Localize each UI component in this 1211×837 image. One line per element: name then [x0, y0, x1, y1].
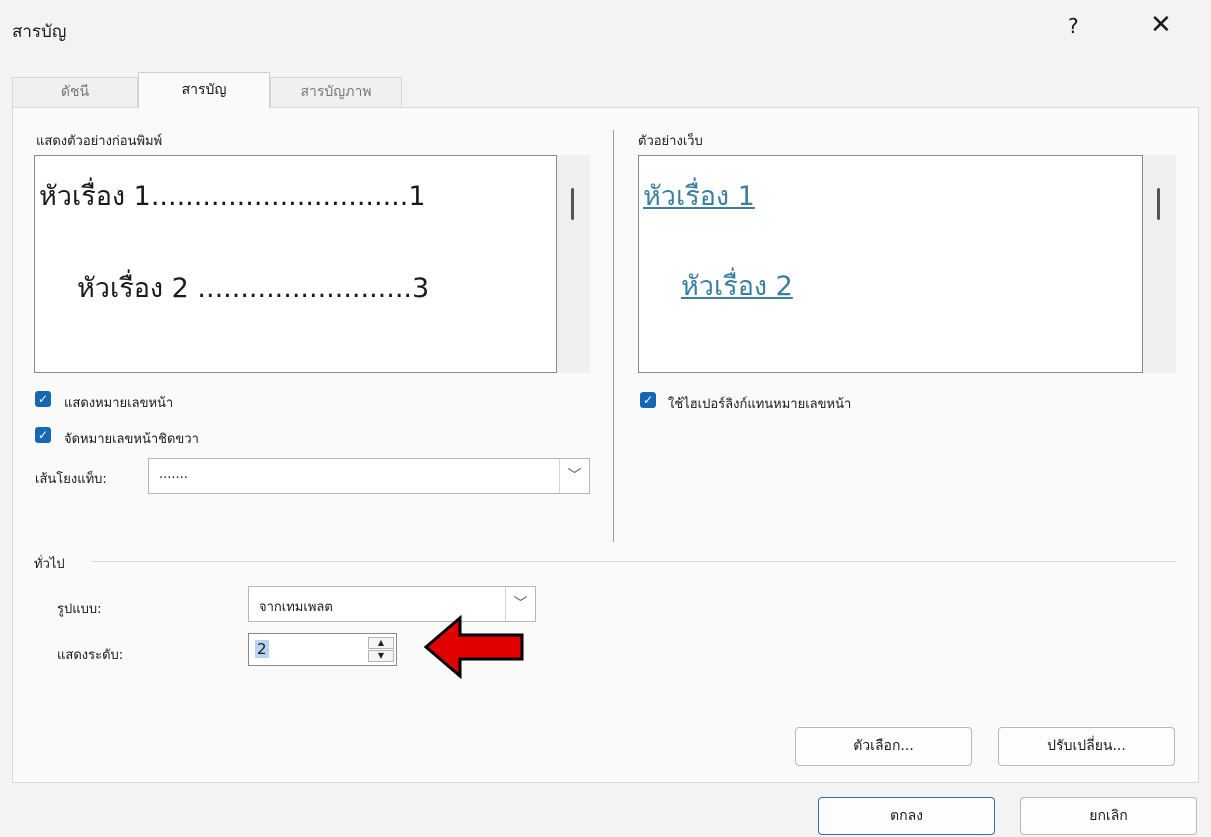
red-arrow-icon: [423, 614, 524, 680]
show-levels-value[interactable]: 2: [255, 640, 269, 658]
ok-button[interactable]: ตกลง: [818, 797, 995, 835]
show-levels-label: แสดงระดับ:: [57, 648, 124, 663]
dialog-title: สารบัญ: [12, 22, 67, 42]
format-value: จากเทมเพลต: [259, 600, 333, 615]
scrollbar-thumb[interactable]: [571, 188, 574, 220]
tab-table-of-contents[interactable]: สารบัญ: [138, 72, 270, 108]
web-preview-heading1-link[interactable]: หัวเรื่อง 1: [643, 174, 755, 217]
tab-table-of-figures[interactable]: สารบัญภาพ: [270, 77, 402, 107]
modify-button[interactable]: ปรับเปลี่ยน...: [998, 727, 1175, 766]
options-button[interactable]: ตัวเลือก...: [795, 727, 972, 766]
show-page-numbers-label: แสดงหมายเลขหน้า: [64, 396, 174, 411]
tab-index[interactable]: ดัชนี: [12, 77, 138, 107]
use-hyperlinks-label: ใช้ไฮเปอร์ลิงก์แทนหมายเลขหน้า: [668, 397, 852, 412]
column-divider: [613, 130, 614, 542]
print-preview-scrollbar[interactable]: [557, 155, 590, 373]
print-preview-box: หัวเรื่อง 1.............................…: [34, 155, 557, 373]
tab-leader-dropdown[interactable]: ....... ﹀: [148, 458, 590, 494]
show-levels-stepper[interactable]: 2 ▲ ▼: [248, 633, 397, 666]
web-preview-heading2-link[interactable]: หัวเรื่อง 2: [681, 264, 793, 307]
use-hyperlinks-checkbox[interactable]: ✓: [640, 392, 656, 408]
scrollbar-thumb[interactable]: [1157, 188, 1160, 220]
help-button[interactable]: ?: [1068, 14, 1079, 38]
general-section-divider: [92, 561, 1177, 562]
web-preview-box: หัวเรื่อง 1 หัวเรื่อง 2: [638, 155, 1143, 373]
tab-leader-value: .......: [159, 467, 188, 482]
stepper-up-icon[interactable]: ▲: [368, 637, 394, 649]
format-label: รูปแบบ:: [57, 602, 102, 617]
close-icon[interactable]: ✕: [1150, 10, 1172, 40]
print-preview-heading2: หัวเรื่อง 2 .........................3: [77, 273, 430, 304]
print-preview-label: แสดงตัวอย่างก่อนพิมพ์: [36, 134, 163, 149]
right-align-label: จัดหมายเลขหน้าชิดขวา: [64, 432, 199, 447]
right-align-checkbox[interactable]: ✓: [35, 427, 51, 443]
stepper-down-icon[interactable]: ▼: [368, 650, 394, 662]
show-page-numbers-checkbox[interactable]: ✓: [35, 391, 51, 407]
print-preview-heading1: หัวเรื่อง 1.............................…: [39, 181, 426, 212]
cancel-button[interactable]: ยกเลิก: [1020, 797, 1197, 835]
web-preview-label: ตัวอย่างเว็บ: [638, 134, 703, 149]
chevron-down-icon[interactable]: ﹀: [559, 459, 589, 493]
general-section-label: ทั่วไป: [34, 557, 65, 572]
tab-leader-label: เส้นโยงแท็บ:: [35, 472, 107, 487]
web-preview-scrollbar[interactable]: [1143, 155, 1176, 373]
